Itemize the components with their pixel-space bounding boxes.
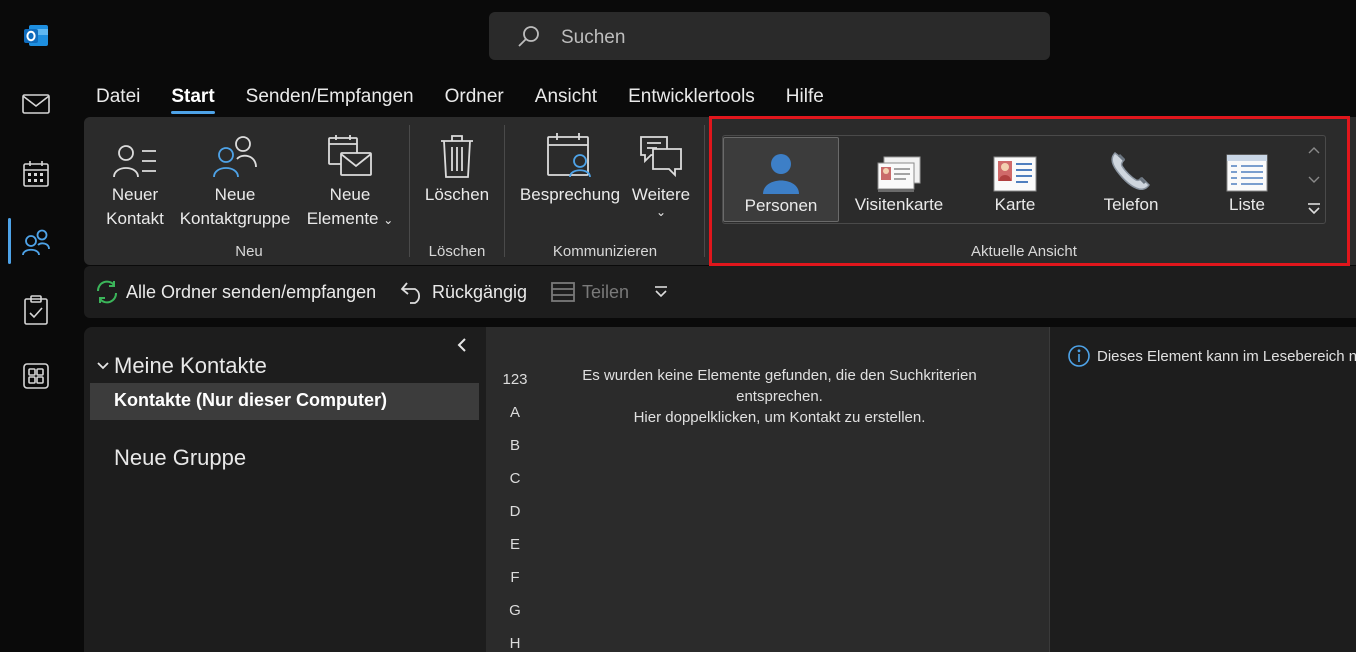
ribbon-separator xyxy=(704,125,705,257)
undo-label: Rückgängig xyxy=(432,281,528,302)
index-c[interactable]: C xyxy=(500,470,530,487)
info-icon xyxy=(1068,345,1090,367)
share-icon xyxy=(551,282,575,302)
new-items-icon xyxy=(303,127,397,183)
tab-entwicklertools[interactable]: Entwicklertools xyxy=(628,84,755,114)
share-button[interactable]: Teilen xyxy=(550,278,629,306)
collapse-pane-button[interactable] xyxy=(456,337,468,358)
meeting-button[interactable]: Besprechung xyxy=(516,127,624,207)
empty-message-line-3: Hier doppelklicken, um Kontakt zu erstel… xyxy=(633,409,926,426)
new-contact-group-button[interactable]: Neue Kontaktgruppe xyxy=(175,127,295,231)
apps-icon[interactable] xyxy=(20,360,52,392)
empty-list-message: Es wurden keine Elemente gefunden, die d… xyxy=(566,365,993,428)
undo-icon xyxy=(400,282,421,304)
index-e[interactable]: E xyxy=(500,536,530,553)
trash-icon xyxy=(420,127,494,183)
new-items-button[interactable]: Neue Elemente ⌄ xyxy=(303,127,397,232)
chevron-down-icon: ⌄ xyxy=(655,205,667,219)
share-label: Teilen xyxy=(582,281,630,302)
group-label-loeschen: Löschen xyxy=(428,243,486,260)
new-contact-group-icon xyxy=(175,127,295,183)
people-icon[interactable] xyxy=(20,226,52,258)
index-123[interactable]: 123 xyxy=(500,371,530,388)
new-contact-group-label-2: Kontaktgruppe xyxy=(179,209,291,228)
chat-icon xyxy=(630,127,692,183)
empty-message-line-2: entsprechen. xyxy=(736,388,823,405)
new-contact-group-label-1: Neue xyxy=(214,185,256,204)
more-button[interactable]: Weitere ⌄ xyxy=(630,127,692,219)
reading-pane-info: Dieses Element kann im Lesebereich n xyxy=(1068,345,1356,367)
chevron-left-icon xyxy=(457,338,466,352)
new-items-label-2: Elemente ⌄ xyxy=(306,209,394,228)
expand-menu-icon xyxy=(655,286,667,298)
tab-ansicht[interactable]: Ansicht xyxy=(535,84,597,114)
chevron-down-icon: ⌄ xyxy=(383,213,394,227)
new-contact-label-1: Neuer xyxy=(111,185,159,204)
my-contacts-label: Meine Kontakte xyxy=(114,353,267,378)
index-g[interactable]: G xyxy=(500,602,530,619)
group-label-kommunizieren: Kommunizieren xyxy=(552,243,658,260)
tab-datei[interactable]: Datei xyxy=(96,84,140,114)
customize-qat-button[interactable] xyxy=(654,278,668,306)
empty-message-line-1: Es wurden keine Elemente gefunden, die d… xyxy=(582,367,977,384)
outlook-logo-icon xyxy=(20,20,52,52)
delete-button[interactable]: Löschen xyxy=(420,127,494,207)
highlight-box xyxy=(709,116,1350,266)
contact-list-pane[interactable]: 123 A B C D E F G H Es wurden keine Elem… xyxy=(486,327,1049,652)
meeting-icon xyxy=(516,127,624,183)
reading-pane-info-text: Dieses Element kann im Lesebereich n xyxy=(1097,347,1356,365)
tab-hilfe[interactable]: Hilfe xyxy=(786,84,824,114)
tasks-icon[interactable] xyxy=(20,294,52,326)
new-contact-button[interactable]: Neuer Kontakt xyxy=(102,127,168,231)
chevron-down-icon xyxy=(97,362,109,370)
delete-label: Löschen xyxy=(424,185,490,204)
reading-pane: Dieses Element kann im Lesebereich n xyxy=(1049,327,1356,652)
ribbon-separator xyxy=(504,125,505,257)
mail-icon[interactable] xyxy=(20,88,52,120)
new-contact-label-2: Kontakt xyxy=(106,209,164,228)
undo-button[interactable]: Rückgängig xyxy=(400,278,527,306)
ribbon-separator xyxy=(409,125,410,257)
my-contacts-header[interactable]: Meine Kontakte xyxy=(96,353,267,379)
ribbon-tabs: Datei Start Senden/Empfangen Ordner Ansi… xyxy=(96,84,855,116)
folder-item-new-group[interactable]: Neue Gruppe xyxy=(114,445,246,471)
search-icon xyxy=(518,26,539,47)
group-label-neu: Neu xyxy=(235,243,263,260)
folder-item-contacts[interactable]: Kontakte (Nur dieser Computer) xyxy=(90,383,479,420)
new-items-label-1: Neue xyxy=(329,185,371,204)
send-receive-all-label: Alle Ordner senden/empfangen xyxy=(126,281,377,302)
search-placeholder: Suchen xyxy=(561,27,626,48)
index-d[interactable]: D xyxy=(500,503,530,520)
index-a[interactable]: A xyxy=(500,404,530,421)
tab-ordner[interactable]: Ordner xyxy=(445,84,504,114)
index-h[interactable]: H xyxy=(500,635,530,652)
tab-start[interactable]: Start xyxy=(171,84,215,114)
meeting-label: Besprechung xyxy=(519,185,621,204)
calendar-icon[interactable] xyxy=(20,158,52,190)
index-b[interactable]: B xyxy=(500,437,530,454)
more-label: Weitere xyxy=(631,185,691,204)
app-rail xyxy=(0,0,72,652)
folder-item-contacts-label: Kontakte (Nur dieser Computer) xyxy=(114,390,388,410)
folder-pane: Meine Kontakte Kontakte (Nur dieser Comp… xyxy=(84,327,486,652)
search-box[interactable]: Suchen xyxy=(489,12,1050,60)
quick-access-bar: Alle Ordner senden/empfangen Rückgängig … xyxy=(84,266,1356,318)
index-f[interactable]: F xyxy=(500,569,530,586)
rail-active-indicator xyxy=(8,218,11,264)
send-receive-all-button[interactable]: Alle Ordner senden/empfangen xyxy=(94,278,376,306)
sync-icon xyxy=(96,280,118,304)
tab-senden-empfangen[interactable]: Senden/Empfangen xyxy=(246,84,414,114)
new-contact-icon xyxy=(102,127,168,183)
